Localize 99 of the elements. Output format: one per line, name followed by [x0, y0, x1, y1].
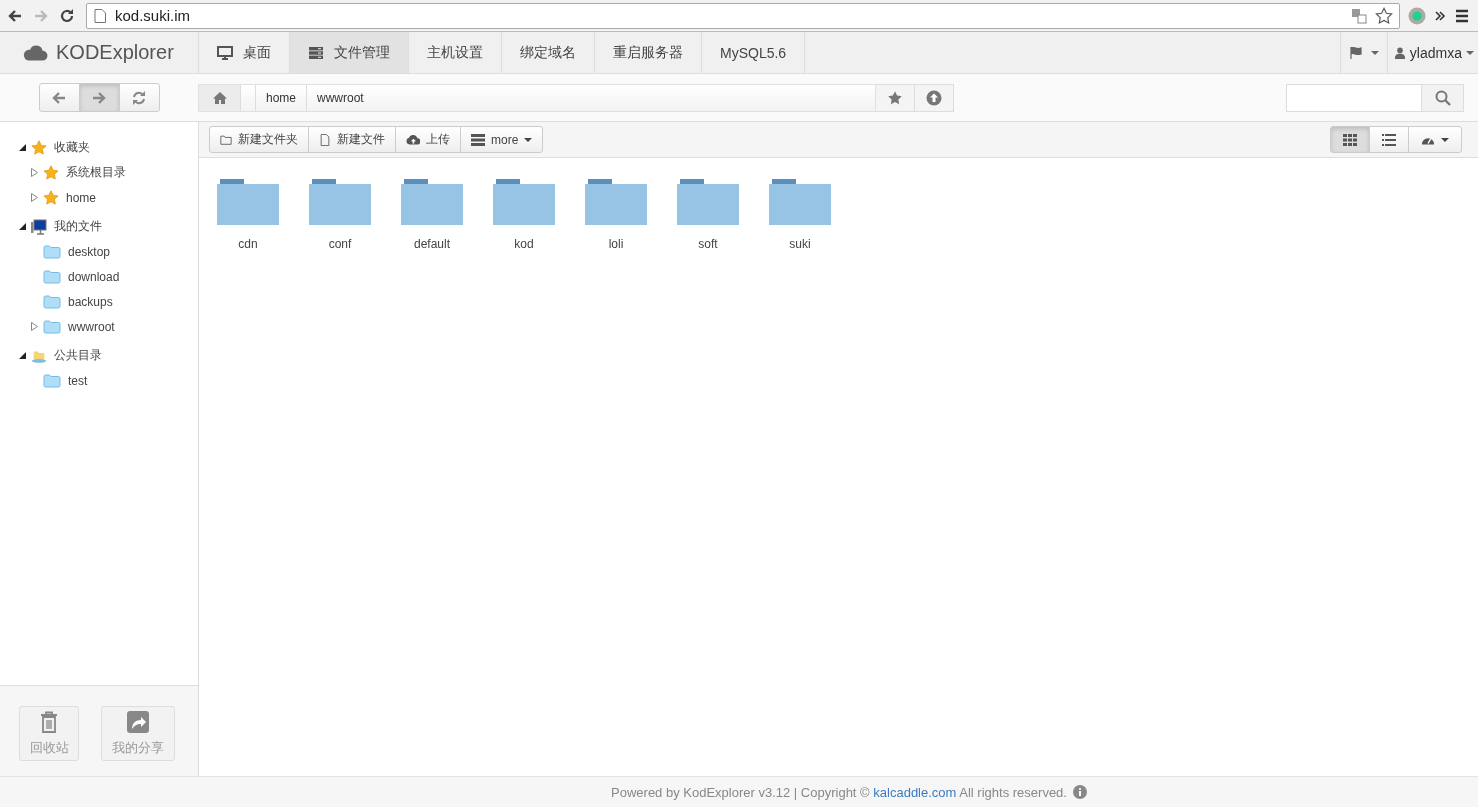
expanded-arrow-icon[interactable]	[18, 144, 26, 151]
folder-name[interactable]: conf	[328, 237, 352, 251]
app-logo: KODExplorer	[56, 41, 174, 64]
user-icon	[1393, 46, 1406, 59]
expanded-arrow-icon[interactable]	[18, 352, 26, 359]
trash-icon	[38, 710, 60, 733]
list-icon	[1382, 132, 1396, 147]
extension-icon[interactable]	[1408, 6, 1426, 25]
list-icon	[471, 132, 485, 147]
folder-name[interactable]: default	[414, 237, 450, 251]
favorite-button[interactable]	[876, 83, 915, 112]
forward-arrow-icon	[91, 89, 107, 106]
folder-icon[interactable]	[493, 179, 555, 225]
server-icon	[308, 44, 324, 61]
tree-item[interactable]: desktop	[66, 244, 111, 259]
toolbar-button[interactable]: 新建文件夹	[209, 126, 309, 153]
nav-tab[interactable]: 文件管理	[290, 32, 409, 73]
nav-tab[interactable]: 主机设置	[409, 32, 502, 73]
tree-item[interactable]: test	[66, 373, 88, 388]
caret-icon	[1441, 137, 1449, 142]
nav-tab[interactable]: 重启服务器	[595, 32, 702, 73]
toolbar-button[interactable]: more	[460, 126, 544, 153]
monitor-icon	[217, 44, 233, 61]
footer-link[interactable]: kalcaddle.com	[873, 784, 957, 800]
forward-button[interactable]	[78, 83, 120, 112]
collapsed-arrow-icon[interactable]	[30, 193, 38, 202]
expanded-arrow-icon[interactable]	[18, 223, 26, 230]
theme-button[interactable]	[1408, 126, 1462, 153]
tree-item[interactable]: 公共目录	[52, 347, 102, 364]
share-icon	[127, 710, 149, 733]
toolbar-button[interactable]: 上传	[395, 126, 461, 153]
folder-icon[interactable]	[217, 179, 279, 225]
tree-item[interactable]: home	[64, 190, 97, 205]
caret-icon	[1370, 50, 1379, 55]
folder-icon[interactable]	[585, 179, 647, 225]
folder-name[interactable]: kod	[514, 237, 534, 251]
flag-icon	[1348, 45, 1363, 60]
breadcrumb-link[interactable]: home	[255, 84, 307, 111]
reload-icon	[59, 7, 75, 24]
menu-icon[interactable]	[1454, 7, 1470, 24]
search-field[interactable]	[1286, 83, 1422, 112]
tree-item[interactable]: download	[66, 269, 120, 284]
folder-name[interactable]: soft	[698, 237, 718, 251]
folder-icon[interactable]	[769, 179, 831, 225]
folder-icon[interactable]	[677, 179, 739, 225]
folder-icon	[220, 133, 232, 146]
tree-item[interactable]: 收藏夹	[52, 139, 90, 156]
toolbar-button[interactable]: 新建文件	[308, 126, 396, 153]
collapsed-arrow-icon[interactable]	[30, 322, 38, 331]
back-arrow-icon	[51, 89, 67, 106]
translate-icon[interactable]	[1351, 7, 1367, 24]
url-text: kod.suki.im	[115, 7, 191, 24]
tree-item[interactable]: backups	[66, 294, 113, 309]
caret-icon	[1466, 50, 1474, 55]
folder-icon	[43, 292, 61, 311]
refresh-icon	[131, 89, 147, 106]
star-icon	[43, 189, 59, 206]
folder-icon	[43, 267, 61, 286]
folder-icon[interactable]	[401, 179, 463, 225]
nav-tab[interactable]: 绑定域名	[502, 32, 595, 73]
user-menu-button[interactable]: yladmxa	[1386, 32, 1478, 73]
caret-icon	[524, 137, 533, 142]
grid-view-button[interactable]	[1330, 126, 1370, 153]
tree-item[interactable]: 系统根目录	[64, 164, 126, 181]
forward-arrow-icon	[33, 7, 49, 24]
breadcrumb-link[interactable]: wwwroot	[306, 84, 374, 111]
grid-icon	[1343, 132, 1357, 147]
cloud-upload-icon	[406, 132, 420, 147]
star-icon	[31, 139, 47, 156]
overflow-icon[interactable]	[1434, 9, 1446, 22]
folder-icon	[43, 317, 61, 336]
info-icon[interactable]	[1072, 785, 1087, 799]
star-icon[interactable]	[1375, 6, 1393, 25]
folder-name[interactable]: loli	[608, 237, 624, 251]
star-icon	[43, 164, 59, 181]
refresh-button[interactable]	[118, 83, 160, 112]
up-folder-button[interactable]	[915, 83, 954, 112]
star-icon	[887, 89, 903, 106]
nav-tab[interactable]: MySQL5.6	[702, 32, 806, 73]
list-view-button[interactable]	[1369, 126, 1409, 153]
folder-icon	[43, 242, 61, 261]
search-button[interactable]	[1422, 83, 1464, 112]
computer-icon	[31, 218, 47, 235]
search-icon	[1434, 89, 1451, 106]
cloud-icon	[22, 43, 48, 62]
home-button[interactable]	[199, 84, 241, 111]
file-icon	[319, 133, 331, 146]
folder-icon[interactable]	[309, 179, 371, 225]
page-icon	[93, 8, 107, 23]
footer-text: Powered by KodExplorer v3.12 | Copyright © kalcaddle.com All rights reserved.	[611, 784, 1067, 800]
back-arrow-icon	[7, 7, 23, 24]
folder-icon	[43, 371, 61, 390]
collapsed-arrow-icon[interactable]	[30, 168, 38, 177]
folder-name[interactable]: cdn	[238, 237, 258, 251]
home-icon	[211, 89, 228, 106]
tree-item[interactable]: wwwroot	[66, 319, 115, 334]
address-field[interactable]: kod.suki.im	[86, 2, 1400, 29]
tree-item[interactable]: 我的文件	[52, 218, 102, 235]
folder-name[interactable]: suki	[789, 237, 811, 251]
